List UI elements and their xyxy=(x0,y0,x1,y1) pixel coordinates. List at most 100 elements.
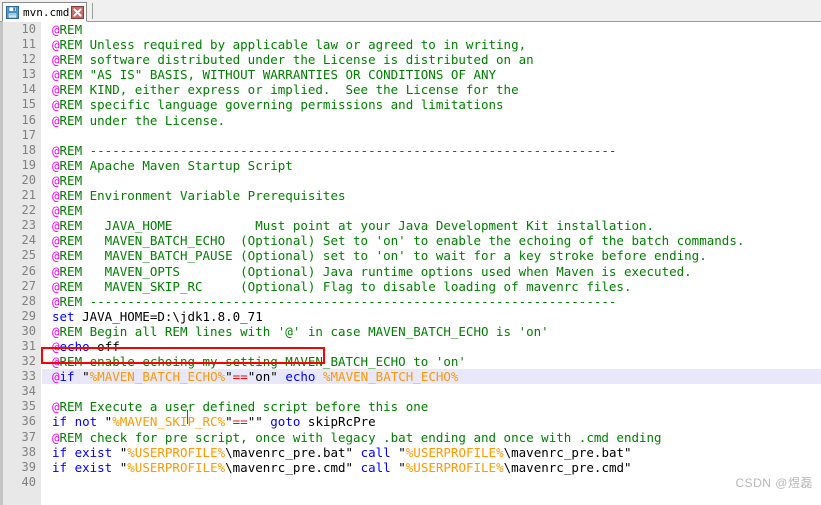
code-line[interactable]: 36 if not "%MAVEN_SKIP_RC%"=="" goto skip… xyxy=(0,414,821,429)
code-line[interactable]: 40 xyxy=(0,475,821,490)
code-line[interactable]: 23 @REM JAVA_HOME Must point at your Java… xyxy=(0,218,821,233)
code-line-content[interactable]: @REM MAVEN_SKIP_RC (Optional) Flag to di… xyxy=(42,279,821,294)
line-number: 28 xyxy=(21,293,36,308)
code-line[interactable]: 33 @if "%MAVEN_BATCH_ECHO%"=="on" echo %M… xyxy=(0,369,821,385)
code-line-content[interactable]: @REM -----------------------------------… xyxy=(42,294,821,309)
line-number: 21 xyxy=(21,188,36,203)
code-line[interactable]: 35 @REM Execute a user defined script bef… xyxy=(0,399,821,414)
token-at: @ xyxy=(52,157,60,173)
code-line-content[interactable] xyxy=(42,475,821,490)
code-line-content[interactable]: @REM xyxy=(42,173,821,188)
token-kw: if exist xyxy=(52,444,113,460)
token-at: @ xyxy=(52,323,60,339)
code-line[interactable]: 13 @REM "AS IS" BASIS, WITHOUT WARRANTIES… xyxy=(0,67,821,82)
tab-mvn-cmd[interactable]: mvn.cmd xyxy=(2,2,88,22)
code-line[interactable]: 32 @REM enable echoing my setting MAVEN_B… xyxy=(0,354,821,369)
token-plain: " xyxy=(112,459,128,475)
code-line-content[interactable]: @REM Environment Variable Prerequisites xyxy=(42,188,821,203)
token-rem: REM software distributed under the Licen… xyxy=(59,52,534,68)
code-line[interactable]: 22 @REM xyxy=(0,203,821,218)
token-plain: " xyxy=(390,444,406,460)
token-at: @ xyxy=(52,263,60,279)
token-at: @ xyxy=(52,248,60,264)
code-line[interactable]: 37 @REM check for pre script, once with l… xyxy=(0,430,821,445)
code-line[interactable]: 14 @REM KIND, either express or implied. … xyxy=(0,82,821,97)
line-number: 10 xyxy=(21,22,36,36)
code-line[interactable]: 15 @REM specific language governing permi… xyxy=(0,97,821,112)
token-rem: REM ------------------------------------… xyxy=(59,142,617,158)
code-line-content[interactable]: @REM MAVEN_BATCH_ECHO (Optional) Set to … xyxy=(42,233,821,248)
code-line[interactable]: 26 @REM MAVEN_OPTS (Optional) Java runtim… xyxy=(0,264,821,279)
line-number: 34 xyxy=(21,384,36,399)
token-at: @ xyxy=(52,172,60,188)
code-line-content[interactable]: @REM under the License. xyxy=(42,113,821,128)
code-line-content[interactable]: @if "%MAVEN_BATCH_ECHO%"=="on" echo %MAV… xyxy=(42,369,821,385)
code-line-content[interactable] xyxy=(42,384,821,399)
code-line[interactable]: 34 xyxy=(0,384,821,399)
token-var: %USERPROFILE% xyxy=(405,459,504,475)
token-plain: \mavenrc_pre.cmd" xyxy=(503,459,632,475)
code-line-content[interactable]: @REM JAVA_HOME Must point at your Java D… xyxy=(42,218,821,233)
line-number: 30 xyxy=(21,323,36,338)
code-line[interactable]: 18 @REM ---------------------------------… xyxy=(0,143,821,158)
code-line[interactable]: 31 @echo off xyxy=(0,339,821,354)
code-line-content[interactable] xyxy=(42,128,821,143)
code-line-content[interactable]: @REM Begin all REM lines with '@' in cas… xyxy=(42,324,821,339)
code-line-content[interactable]: set JAVA_HOME=D:\jdk1.8.0_71 xyxy=(42,309,821,324)
code-line-content[interactable]: @REM "AS IS" BASIS, WITHOUT WARRANTIES O… xyxy=(42,67,821,82)
code-line-content[interactable]: @REM Apache Maven Startup Script xyxy=(42,158,821,173)
code-line[interactable]: 20 @REM xyxy=(0,173,821,188)
code-line[interactable]: 25 @REM MAVEN_BATCH_PAUSE (Optional) set … xyxy=(0,248,821,263)
close-x-icon[interactable] xyxy=(71,5,85,19)
token-at: @ xyxy=(52,188,60,204)
code-line[interactable]: 16 @REM under the License. xyxy=(0,113,821,128)
code-line-content[interactable]: @REM xyxy=(42,22,821,37)
code-line-content[interactable]: if not "%MAVEN_SKIP_RC%"=="" goto skipRc… xyxy=(42,414,821,429)
token-kw: if exist xyxy=(52,459,113,475)
code-line-content[interactable]: @REM specific language governing permiss… xyxy=(42,97,821,112)
token-at: @ xyxy=(52,399,60,415)
line-number: 37 xyxy=(21,429,36,444)
line-number: 20 xyxy=(21,172,36,187)
token-at: @ xyxy=(52,22,60,37)
code-line-content[interactable]: @REM check for pre script, once with leg… xyxy=(42,430,821,445)
code-editor-area[interactable]: 10 @REM 11 @REM Unless required by applicab… xyxy=(0,22,821,505)
code-line-content[interactable]: @REM xyxy=(42,203,821,218)
code-line[interactable]: 10 @REM xyxy=(0,22,821,37)
code-line-content[interactable]: @REM MAVEN_OPTS (Optional) Java runtime … xyxy=(42,264,821,279)
code-line[interactable]: 12 @REM software distributed under the Li… xyxy=(0,52,821,67)
code-line-content[interactable]: if exist "%USERPROFILE%\mavenrc_pre.cmd"… xyxy=(42,460,821,475)
line-number: 13 xyxy=(21,67,36,82)
token-rem: REM Unless required by applicable law or… xyxy=(59,37,527,53)
tab-bar-separator xyxy=(92,2,94,19)
code-line[interactable]: 21 @REM Environment Variable Prerequisite… xyxy=(0,188,821,203)
code-line[interactable]: 19 @REM Apache Maven Startup Script xyxy=(0,158,821,173)
code-line-content[interactable]: @echo off xyxy=(42,339,821,354)
code-line[interactable]: 28 @REM ---------------------------------… xyxy=(0,294,821,309)
code-line[interactable]: 24 @REM MAVEN_BATCH_ECHO (Optional) Set t… xyxy=(0,233,821,248)
code-line[interactable]: 39 if exist "%USERPROFILE%\mavenrc_pre.cm… xyxy=(0,460,821,475)
code-line[interactable]: 11 @REM Unless required by applicable law… xyxy=(0,37,821,52)
code-line-content[interactable]: @REM Unless required by applicable law o… xyxy=(42,37,821,52)
code-line-content[interactable]: @REM KIND, either express or implied. Se… xyxy=(42,82,821,97)
code-line-content[interactable]: @REM -----------------------------------… xyxy=(42,143,821,158)
line-number: 14 xyxy=(21,82,36,97)
code-lines-container[interactable]: 10 @REM 11 @REM Unless required by applicab… xyxy=(0,22,821,490)
code-line[interactable]: 17 xyxy=(0,128,821,143)
line-number: 40 xyxy=(21,474,36,489)
code-line-content[interactable]: @REM enable echoing my setting MAVEN_BAT… xyxy=(42,354,821,369)
code-line[interactable]: 38 if exist "%USERPROFILE%\mavenrc_pre.ba… xyxy=(0,445,821,460)
code-line-content[interactable]: if exist "%USERPROFILE%\mavenrc_pre.bat"… xyxy=(42,445,821,460)
line-number: 25 xyxy=(21,248,36,263)
token-plain: off xyxy=(89,338,120,354)
token-rem: REM JAVA_HOME Must point at your Java De… xyxy=(59,218,655,234)
code-line-content[interactable]: @REM Execute a user defined script befor… xyxy=(42,399,821,414)
line-number: 17 xyxy=(21,127,36,142)
code-line[interactable]: 29 set JAVA_HOME=D:\jdk1.8.0_71 xyxy=(0,309,821,324)
code-line[interactable]: 30 @REM Begin all REM lines with '@' in c… xyxy=(0,324,821,339)
token-plain: " xyxy=(390,459,406,475)
code-line-content[interactable]: @REM software distributed under the Lice… xyxy=(42,52,821,67)
code-line-content[interactable]: @REM MAVEN_BATCH_PAUSE (Optional) set to… xyxy=(42,248,821,263)
code-line[interactable]: 27 @REM MAVEN_SKIP_RC (Optional) Flag to … xyxy=(0,279,821,294)
